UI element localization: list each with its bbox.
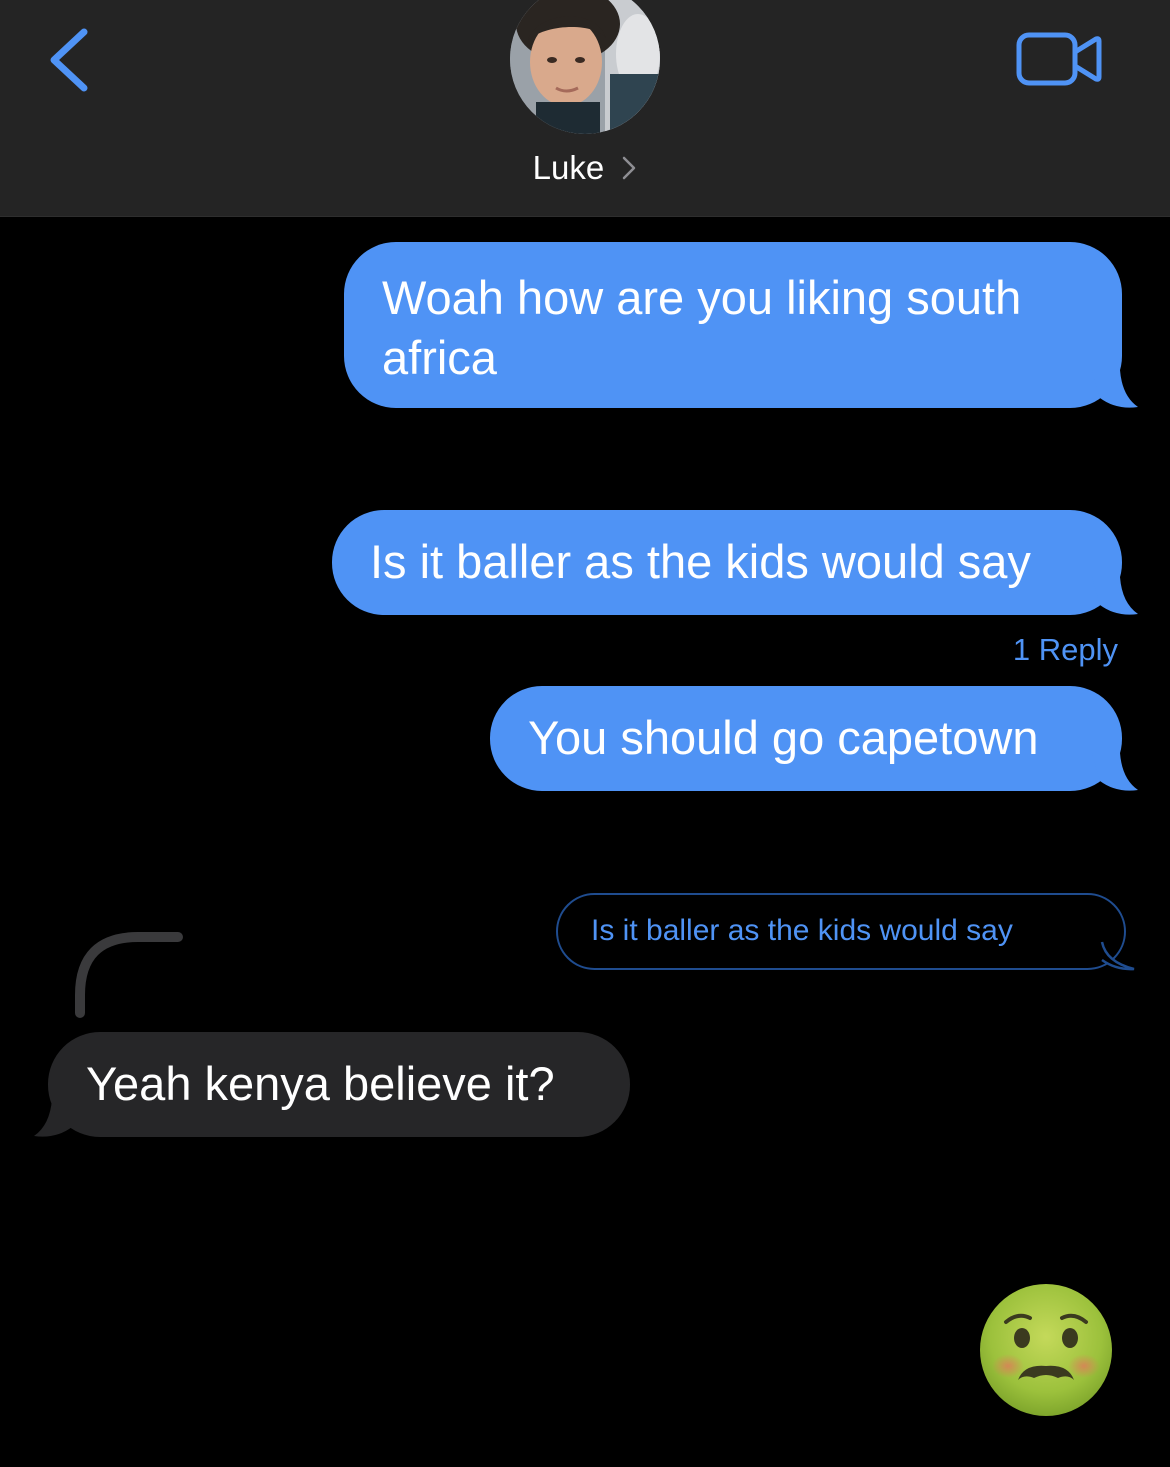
outgoing-message-bubble[interactable]: Is it baller as the kids would say <box>332 510 1122 615</box>
thread-connector-line <box>75 932 183 1018</box>
conversation-header: Luke <box>0 0 1170 217</box>
thread-reply-count[interactable]: 1 Reply <box>1013 630 1118 670</box>
avatar-photo <box>510 0 660 134</box>
message-text: Woah how are you liking south africa <box>382 271 1022 384</box>
incoming-message-bubble[interactable]: Yeah kenya believe it? <box>48 1032 630 1137</box>
video-camera-icon <box>1016 32 1102 86</box>
quoted-text: Is it baller as the kids would say <box>591 914 1013 947</box>
contact-name-button[interactable]: Luke <box>0 144 1170 192</box>
emoji-message[interactable] <box>978 1282 1114 1418</box>
contact-name: Luke <box>532 149 605 186</box>
nauseated-face-icon <box>980 1284 1112 1416</box>
chevron-right-icon <box>623 157 636 180</box>
quoted-reply-bubble[interactable]: Is it baller as the kids would say <box>556 893 1126 970</box>
message-text: You should go capetown <box>528 711 1039 764</box>
contact-avatar[interactable] <box>510 0 660 134</box>
chevron-left-icon <box>50 28 88 92</box>
outgoing-message-bubble[interactable]: You should go capetown <box>490 686 1122 791</box>
facetime-video-button[interactable] <box>1014 30 1104 88</box>
message-text: Is it baller as the kids would say <box>370 535 1031 588</box>
back-button[interactable] <box>40 24 100 96</box>
outgoing-message-bubble[interactable]: Woah how are you liking south africa <box>344 242 1122 408</box>
message-text: Yeah kenya believe it? <box>86 1057 555 1110</box>
